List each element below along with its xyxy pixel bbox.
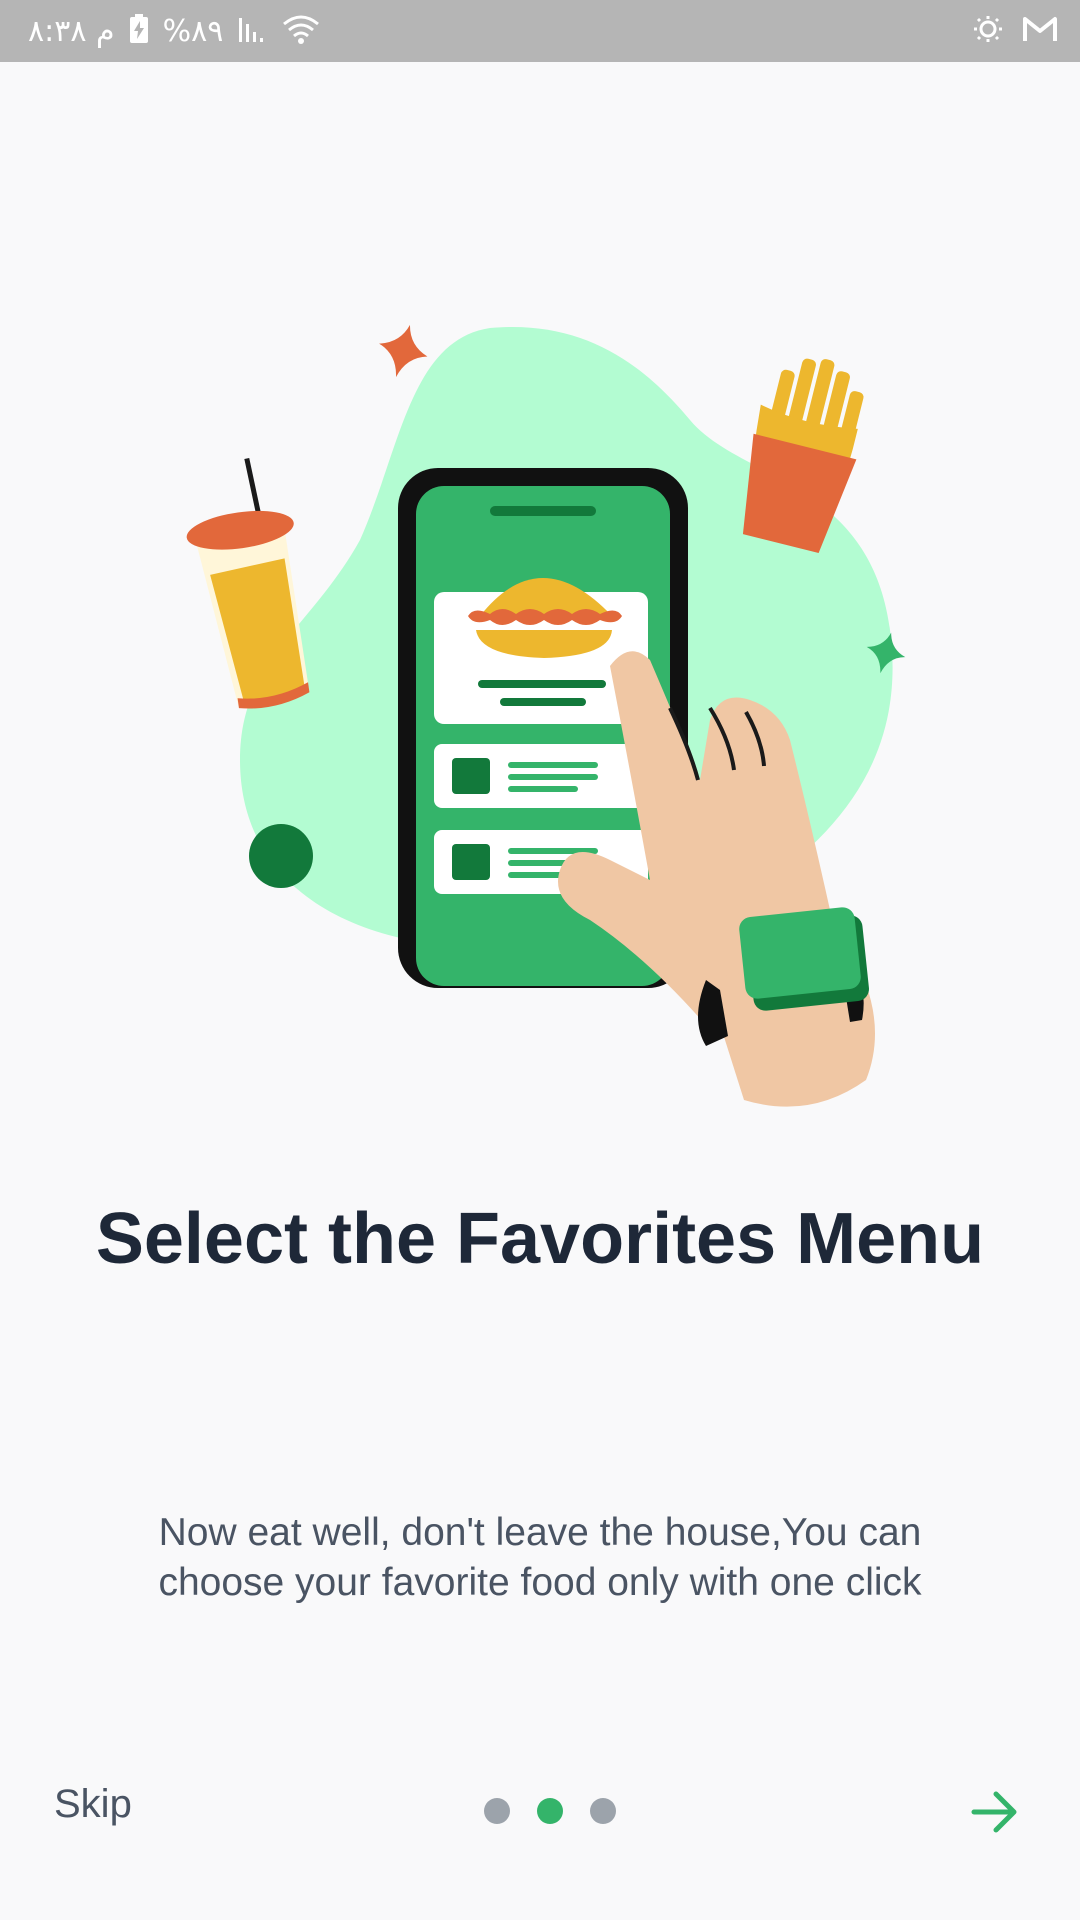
status-time: م ٨:٣٨ [28, 13, 115, 49]
page-dot-3[interactable] [590, 1798, 616, 1824]
arrow-right-icon [971, 1791, 1017, 1833]
status-bar-left: م ٨:٣٨ %٨٩ [28, 0, 321, 62]
eye-comfort-icon [970, 14, 1006, 49]
next-button[interactable] [966, 1784, 1022, 1840]
onboarding-screen: م ٨:٣٨ %٨٩ Select the Favorites Menu Now… [0, 0, 1080, 1920]
drink-cup [186, 457, 310, 709]
orange-star-shape [379, 324, 428, 378]
page-description: Now eat well, don't leave the house,You … [158, 1511, 922, 1604]
fries [742, 358, 864, 554]
signal-icon [237, 14, 267, 49]
page-indicator [484, 1798, 616, 1824]
status-bar-right [970, 0, 1058, 62]
skip-button[interactable]: Skip [54, 1782, 132, 1827]
page-dot-1[interactable] [484, 1798, 510, 1824]
battery-charging-icon [129, 13, 149, 49]
page-title: Select the Favorites Menu [95, 1199, 985, 1279]
status-bar: م ٨:٣٨ %٨٩ [0, 0, 1080, 62]
onboarding-illustration [150, 300, 930, 1120]
page-dot-2-active[interactable] [537, 1798, 563, 1824]
dark-green-dot [249, 824, 313, 888]
gmail-icon [1022, 14, 1058, 49]
battery-percent: %٨٩ [162, 13, 224, 49]
wifi-icon [281, 12, 321, 51]
